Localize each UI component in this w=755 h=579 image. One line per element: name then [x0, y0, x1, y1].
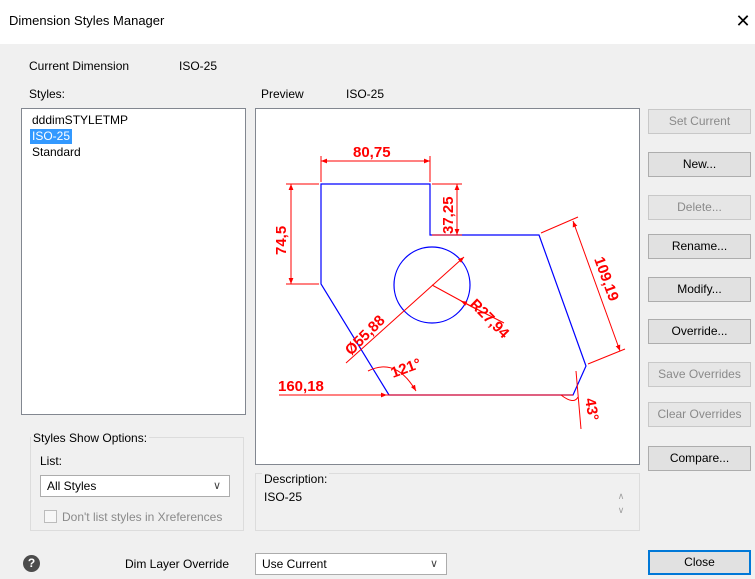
style-item-iso-25[interactable]: ISO-25	[30, 129, 73, 144]
preview-style-name: ISO-25	[346, 87, 385, 101]
dim-left-height: 74,5	[273, 226, 290, 255]
delete-button[interactable]: Delete...	[648, 195, 751, 220]
preview-label: Preview	[261, 87, 304, 101]
list-dropdown-value: All Styles	[47, 479, 97, 493]
dim-top-width: 80,75	[353, 144, 391, 161]
new-button[interactable]: New...	[648, 152, 751, 177]
description-text: ISO-25	[264, 490, 303, 504]
close-icon[interactable]: ✕	[731, 8, 755, 34]
scroll-up-icon[interactable]: ∧	[615, 489, 627, 503]
dim-slant-length: 109,19	[590, 255, 622, 304]
preview-drawing: 80,75 37,25 74,5 160,18 Ø55,88 R27,94 10…	[273, 144, 626, 430]
dim-notch-depth: 37,25	[440, 196, 457, 234]
styles-label: Styles:	[29, 87, 66, 101]
dim-bottom-width: 160,18	[278, 378, 324, 395]
modify-button[interactable]: Modify...	[648, 277, 751, 302]
description-scroll[interactable]: ∧ ∨	[615, 489, 627, 517]
dim-layer-override-dropdown[interactable]: Use Current ∨	[255, 553, 447, 575]
compare-button[interactable]: Compare...	[648, 446, 751, 471]
list-label: List:	[40, 454, 63, 468]
dimension-texts: 80,75 37,25 74,5 160,18 Ø55,88 R27,94 10…	[273, 144, 622, 422]
dim-diameter: Ø55,88	[342, 312, 389, 359]
chevron-down-icon: ∨	[212, 480, 221, 492]
list-dropdown[interactable]: All Styles ∨	[40, 475, 230, 497]
set-current-button[interactable]: Set Current	[648, 109, 751, 134]
xref-checkbox[interactable]	[44, 510, 57, 523]
close-button[interactable]: Close	[648, 550, 751, 575]
dim-layer-override-value: Use Current	[262, 557, 327, 571]
preview-panel: 80,75 37,25 74,5 160,18 Ø55,88 R27,94 10…	[255, 108, 640, 465]
window-title: Dimension Styles Manager	[9, 13, 165, 28]
style-item-dddimstyletmp[interactable]: dddimSTYLETMP	[30, 113, 130, 128]
current-dimension-value: ISO-25	[179, 59, 218, 73]
save-overrides-button[interactable]: Save Overrides	[648, 362, 751, 387]
override-button[interactable]: Override...	[648, 319, 751, 344]
style-item-standard[interactable]: Standard	[30, 145, 83, 160]
dim-angle-corner: 43°	[581, 397, 602, 422]
dim-layer-override-label: Dim Layer Override	[125, 557, 230, 571]
dim-radius: R27,94	[466, 296, 513, 343]
clear-overrides-button[interactable]: Clear Overrides	[648, 402, 751, 427]
styles-show-options-label: Styles Show Options:	[31, 431, 150, 445]
help-icon[interactable]: ?	[23, 555, 40, 572]
styles-list[interactable]: dddimSTYLETMP ISO-25 Standard	[21, 108, 246, 415]
scroll-down-icon[interactable]: ∨	[615, 503, 627, 517]
title-bar: Dimension Styles Manager ✕	[0, 0, 755, 44]
description-label: Description:	[262, 472, 330, 486]
current-dimension-label: Current Dimension	[29, 59, 130, 73]
xref-checkbox-label: Don't list styles in Xreferences	[62, 510, 223, 524]
chevron-down-icon: ∨	[429, 558, 438, 570]
rename-button[interactable]: Rename...	[648, 234, 751, 259]
